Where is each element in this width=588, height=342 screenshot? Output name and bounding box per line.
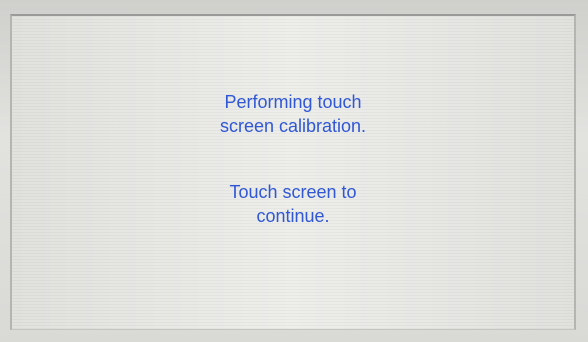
calibration-message-line-1: Performing touch (224, 92, 362, 112)
continue-prompt-line-2: continue. (256, 206, 330, 226)
continue-prompt: Touch screen to continue. (12, 180, 574, 228)
continue-prompt-line-1: Touch screen to (229, 182, 357, 202)
calibration-message-line-2: screen calibration. (219, 116, 367, 136)
device-bezel: Performing touch screen calibration. Tou… (0, 0, 588, 342)
calibration-message: Performing touch screen calibration. (12, 90, 574, 138)
touch-screen[interactable]: Performing touch screen calibration. Tou… (10, 14, 576, 330)
